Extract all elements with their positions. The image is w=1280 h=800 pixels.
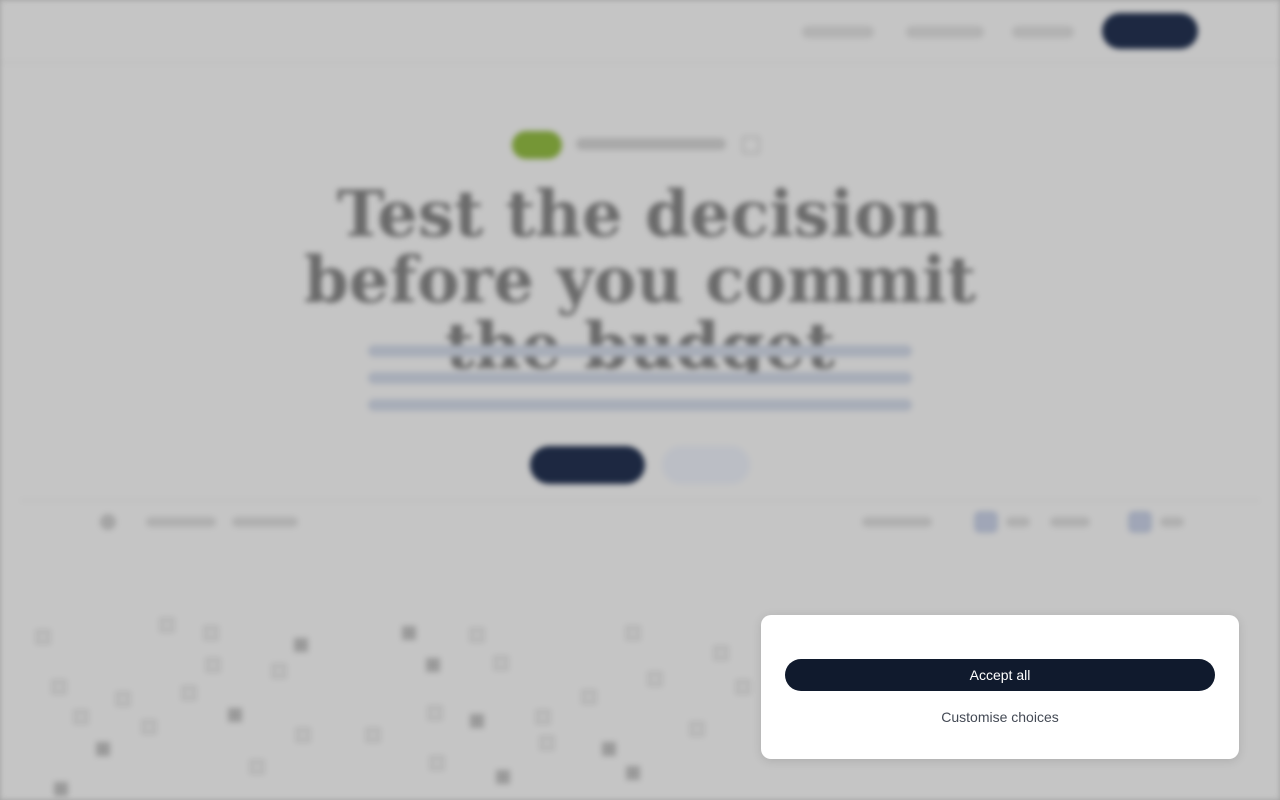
- page: Test the decision before you commit the …: [0, 0, 1280, 800]
- cookie-consent-dialog: Accept all Customise choices: [761, 615, 1239, 759]
- customise-choices-link[interactable]: Customise choices: [785, 709, 1215, 725]
- accept-all-button[interactable]: Accept all: [785, 659, 1215, 691]
